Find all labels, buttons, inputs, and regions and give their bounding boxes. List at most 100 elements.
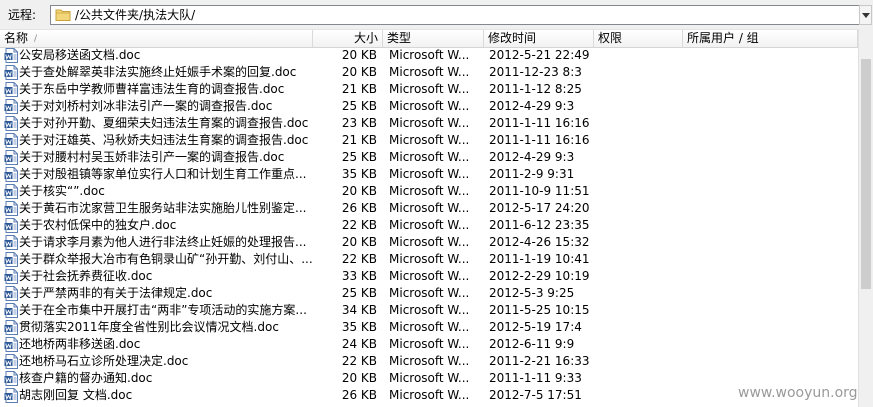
vertical-scrollbar[interactable] [858, 29, 873, 407]
file-row[interactable]: 关于请求李月素为他人进行非法终止妊娠的处理报告... 20 KB Microsoft… [0, 234, 873, 251]
file-owner [688, 166, 858, 183]
file-row[interactable]: 关于社会抚养费征收.doc 33 KB Microsoft W... 2012-2-2… [0, 268, 873, 285]
file-name: 还地桥马石立诊所处理决定.doc [19, 354, 189, 368]
file-row[interactable]: 公安局移送函文档.doc 20 KB Microsoft W... 2012-5-21… [0, 47, 873, 64]
file-permissions [598, 234, 684, 251]
file-row[interactable]: 关于对殷祖镇等家单位实行人口和计划生育工作重点... 35 KB Microsoft… [0, 166, 873, 183]
file-modified: 2011-6-12 23:35 [489, 218, 590, 232]
file-row[interactable]: 关于对汪雄英、冯秋娇夫妇违法生育案的调查报告.doc 21 KB Microsoft… [0, 132, 873, 149]
file-size: 26 KB [341, 388, 377, 402]
file-type: Microsoft W... [389, 218, 470, 232]
file-row[interactable]: 关于对刘桥村刘冰非法引产一案的调查报告.doc 25 KB Microsoft W.… [0, 98, 873, 115]
doc-file-icon [2, 98, 18, 115]
file-size: 33 KB [341, 269, 377, 283]
file-list: 公安局移送函文档.doc 20 KB Microsoft W... 2012-5-21… [0, 47, 873, 407]
file-permissions [598, 64, 684, 81]
file-modified: 2011-1-12 8:25 [489, 82, 582, 96]
file-permissions [598, 166, 684, 183]
file-modified: 2012-6-11 9:9 [489, 337, 575, 351]
file-type: Microsoft W... [389, 354, 470, 368]
file-type: Microsoft W... [389, 252, 470, 266]
file-row[interactable]: 关于对腰村村吴玉娇非法引产一案的调查报告.doc 25 KB Microsoft W… [0, 149, 873, 166]
remote-label: 远程: [8, 8, 37, 22]
file-owner [688, 336, 858, 353]
file-row[interactable]: 关于东岳中学教师曹祥富违法生育的调查报告.doc 21 KB Microsoft W… [0, 81, 873, 98]
file-modified: 2012-2-29 10:19 [489, 269, 590, 283]
file-row[interactable]: 关于群众举报大冶市有色铜录山矿“孙开勤、刘付山、... 22 KB Microsof… [0, 251, 873, 268]
file-row[interactable]: 关于核实“”.doc 20 KB Microsoft W... 2011-10-9 1… [0, 183, 873, 200]
doc-file-icon [2, 268, 18, 285]
file-name: 关于请求李月素为他人进行非法终止妊娠的处理报告... [19, 235, 307, 249]
file-modified: 2012-5-17 24:20 [489, 201, 590, 215]
path-dropdown-button[interactable] [859, 5, 872, 25]
file-name: 胡志刚回复 文档.doc [19, 388, 133, 402]
scrollbar-thumb[interactable] [861, 59, 871, 289]
file-size: 21 KB [341, 133, 377, 147]
file-name: 关于群众举报大冶市有色铜录山矿“孙开勤、刘付山、... [19, 252, 312, 266]
doc-file-icon [2, 285, 18, 302]
file-row[interactable]: 关于查处解翠英非法实施终止妊娠手术案的回复.doc 20 KB Microsoft … [0, 64, 873, 81]
doc-file-icon [2, 387, 18, 404]
file-type: Microsoft W... [389, 184, 470, 198]
column-header-name[interactable]: 名称 / [0, 30, 313, 47]
file-name: 关于查处解翠英非法实施终止妊娠手术案的回复.doc [19, 65, 297, 79]
file-row[interactable]: 关于对孙开勤、夏细荣夫妇违法生育案的调查报告.doc 23 KB Microsoft… [0, 115, 873, 132]
file-size: 25 KB [341, 99, 377, 113]
file-type: Microsoft W... [389, 201, 470, 215]
file-size: 20 KB [341, 65, 377, 79]
file-name: 关于核实“”.doc [19, 184, 105, 198]
file-owner [688, 217, 858, 234]
column-header-permissions[interactable]: 权限 [594, 30, 683, 47]
file-owner [688, 268, 858, 285]
file-permissions [598, 370, 684, 387]
file-row[interactable]: 关于严禁两非的有关于法律规定.doc 25 KB Microsoft W... 201… [0, 285, 873, 302]
file-name: 关于黄石市沈家营卫生服务站非法实施胎儿性别鉴定... [19, 201, 307, 215]
file-type: Microsoft W... [389, 320, 470, 334]
file-row[interactable]: 关于黄石市沈家营卫生服务站非法实施胎儿性别鉴定... 26 KB Microsoft… [0, 200, 873, 217]
file-modified: 2011-12-23 8:3 [489, 65, 582, 79]
file-owner [688, 64, 858, 81]
file-name: 关于对殷祖镇等家单位实行人口和计划生育工作重点... [19, 167, 307, 181]
file-permissions [598, 268, 684, 285]
file-size: 20 KB [341, 184, 377, 198]
watermark: www.wooyun.org [738, 385, 858, 401]
file-permissions [598, 285, 684, 302]
doc-file-icon [2, 319, 18, 336]
file-list-header: 名称 / 大小 类型 修改时间 权限 所属用户 / 组 [0, 29, 873, 48]
file-owner [688, 200, 858, 217]
column-header-modified[interactable]: 修改时间 [484, 30, 594, 47]
file-modified: 2011-1-11 9:33 [489, 371, 582, 385]
column-header-owner[interactable]: 所属用户 / 组 [683, 30, 858, 47]
file-permissions [598, 319, 684, 336]
remote-path-bar: 远程: /公共文件夹/执法大队/ [0, 0, 873, 30]
file-row[interactable]: 关于农村低保中的独女户.doc 22 KB Microsoft W... 2011-6… [0, 217, 873, 234]
remote-path-input[interactable]: /公共文件夹/执法大队/ [50, 5, 860, 25]
file-type: Microsoft W... [389, 133, 470, 147]
folder-icon [55, 9, 71, 21]
file-modified: 2011-2-21 16:33 [489, 354, 590, 368]
file-owner [688, 98, 858, 115]
doc-file-icon [2, 302, 18, 319]
column-header-type[interactable]: 类型 [383, 30, 484, 47]
file-size: 20 KB [341, 48, 377, 62]
file-name: 公安局移送函文档.doc [19, 48, 141, 62]
file-modified: 2011-1-11 16:16 [489, 116, 590, 130]
file-size: 34 KB [341, 303, 377, 317]
doc-file-icon [2, 132, 18, 149]
file-owner [688, 353, 858, 370]
column-header-size[interactable]: 大小 [313, 30, 383, 47]
doc-file-icon [2, 234, 18, 251]
file-modified: 2011-1-19 10:41 [489, 252, 590, 266]
file-type: Microsoft W... [389, 150, 470, 164]
file-row[interactable]: 还地桥两非移送函.doc 24 KB Microsoft W... 2012-6-11… [0, 336, 873, 353]
file-modified: 2012-4-26 15:32 [489, 235, 590, 249]
file-modified: 2011-5-25 10:15 [489, 303, 590, 317]
file-row[interactable]: 贯彻落实2011年度全省性别比会议情况文档.doc 35 KB Microsoft … [0, 319, 873, 336]
file-size: 26 KB [341, 201, 377, 215]
file-modified: 2012-5-3 9:25 [489, 286, 575, 300]
file-name: 关于对刘桥村刘冰非法引产一案的调查报告.doc [19, 99, 273, 113]
file-row[interactable]: 关于在全市集中开展打击“两非”专项活动的实施方案... 34 KB Microsof… [0, 302, 873, 319]
file-name: 关于严禁两非的有关于法律规定.doc [19, 286, 213, 300]
file-permissions [598, 251, 684, 268]
file-row[interactable]: 还地桥马石立诊所处理决定.doc 22 KB Microsoft W... 2011-… [0, 353, 873, 370]
